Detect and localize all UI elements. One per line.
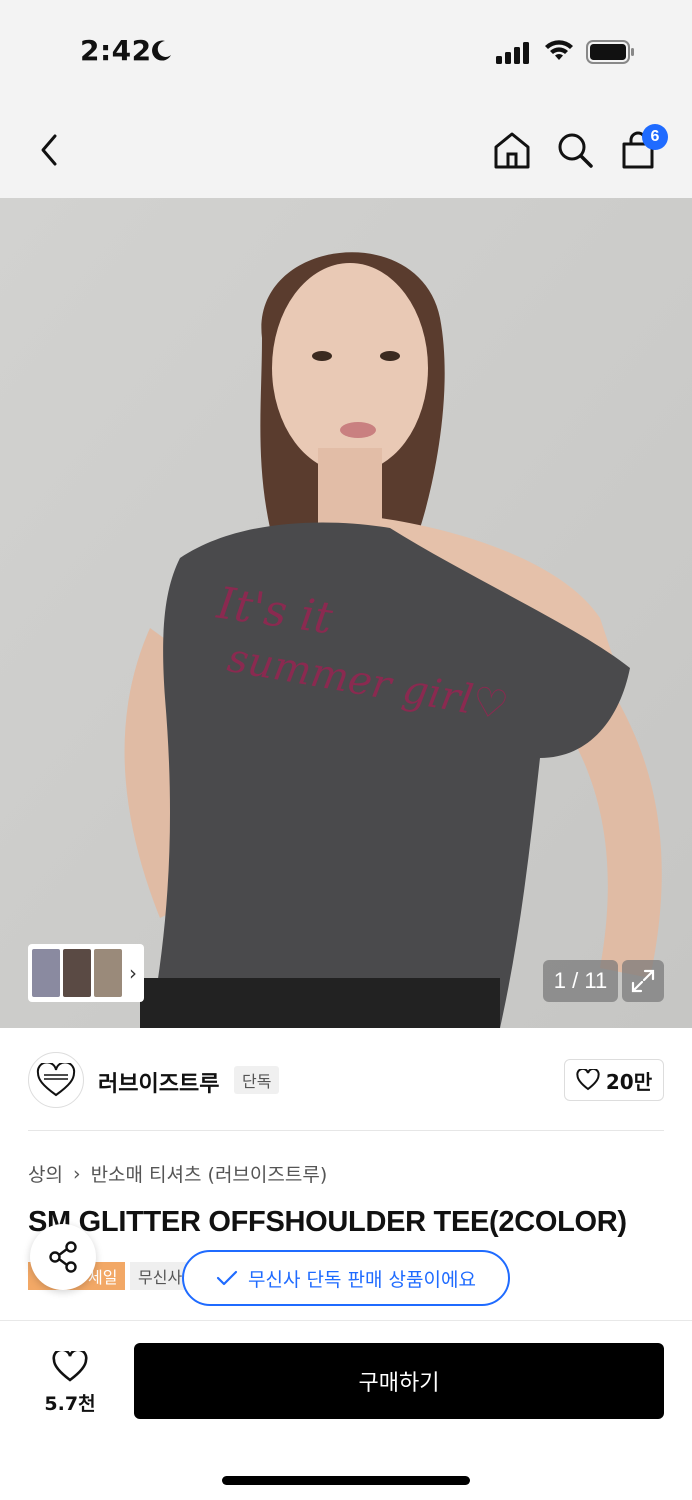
heart-logo-icon [36,1063,76,1097]
bottom-bar: 5.7천 구매하기 [0,1320,692,1500]
expand-button[interactable] [622,960,664,1002]
home-icon [494,132,530,169]
brand-like-count: 20만 [605,1069,653,1094]
expand-icon [631,969,655,993]
exclusive-notice-pill: 무신사 단독 판매 상품이에요 [182,1250,510,1306]
cart-button[interactable]: 6 [614,124,668,174]
divider [28,1130,664,1131]
back-icon [41,134,57,166]
product-photo: It's it summer girl♡ [0,198,692,1028]
chevron-right-icon: › [72,1162,81,1185]
thumbnail[interactable] [94,949,122,997]
product-title: SM GLITTER OFFSHOULDER TEE(2COLOR) [28,1206,627,1238]
brand-row: 러브이즈트루 단독 20만 [0,1030,692,1130]
status-time: 2:42 [80,34,152,67]
exclusive-notice-text: 무신사 단독 판매 상품이에요 [248,1268,476,1291]
thumbnail[interactable] [32,949,60,997]
wishlist-button[interactable]: 5.7천 [28,1347,112,1419]
moon-icon [152,40,171,61]
signal-icon [496,42,529,64]
check-icon [216,1270,238,1286]
thumbnail[interactable] [63,949,91,997]
chevron-right-icon: › [129,961,137,985]
brand-name[interactable]: 러브이즈트루 [98,1066,219,1098]
wishlist-count: 5.7천 [44,1392,96,1415]
breadcrumb: 상의 › 반소매 티셔츠 (러브이즈트루) [28,1160,327,1187]
image-counter: 1 / 11 [543,960,618,1002]
heart-icon [576,1069,600,1091]
exclusive-tag: 단독 [234,1066,280,1094]
status-bar: 2:42 [0,0,692,100]
breadcrumb-category[interactable]: 상의 [28,1160,63,1187]
home-button[interactable] [488,126,536,174]
back-button[interactable] [26,126,74,174]
buy-button[interactable]: 구매하기 [134,1343,664,1419]
wifi-icon [545,40,573,60]
breadcrumb-subcategory[interactable]: 반소매 티셔츠 (러브이즈트루) [91,1160,328,1187]
share-button[interactable] [30,1224,96,1290]
cart-count-badge: 6 [642,124,668,150]
nav-header: 6 [0,100,692,198]
search-icon [558,133,593,168]
battery-icon [586,40,634,64]
share-icon [49,1241,77,1273]
brand-logo[interactable] [28,1052,84,1108]
product-image[interactable]: It's it summer girl♡ › 1 / 11 [0,198,692,1028]
search-button[interactable] [551,126,599,174]
brand-like-button[interactable]: 20만 [564,1059,664,1101]
heart-icon [52,1350,88,1382]
thumbnail-strip[interactable]: › [28,944,144,1002]
home-indicator [222,1476,470,1485]
